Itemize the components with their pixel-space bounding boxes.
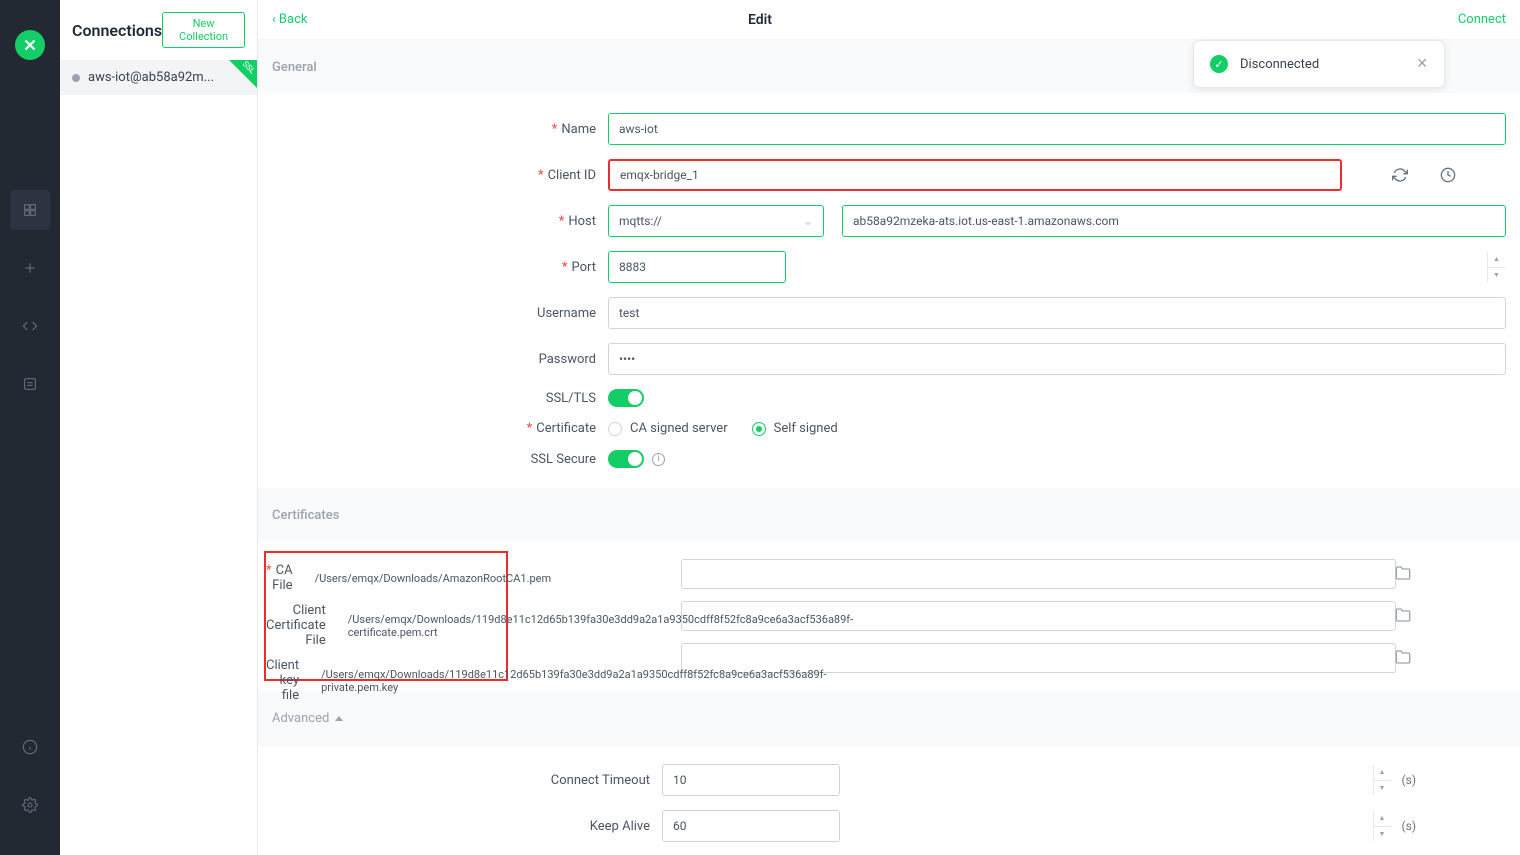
nav-settings-icon[interactable] [10,785,50,825]
ssl-tls-toggle[interactable] [608,389,644,407]
sidebar-title: Connections [72,21,162,40]
radio-ca-signed-label: CA signed server [630,421,728,436]
clock-icon[interactable] [1440,167,1456,183]
main-panel: ‹ Back Edit Connect General *Name *Clien… [258,0,1520,855]
advanced-label: Advanced [272,711,329,726]
radio-self-signed[interactable]: Self signed [752,421,838,436]
label-name: Name [561,122,596,137]
radio-ca-signed[interactable]: CA signed server [608,421,728,436]
radio-icon [608,422,622,436]
toast-text: Disconnected [1240,57,1404,72]
username-input[interactable] [608,297,1506,329]
client-key-input-border [681,643,1396,673]
label-certificate: Certificate [536,421,596,436]
unit-seconds: (s) [1402,819,1416,833]
client-id-input[interactable] [608,159,1342,191]
unit-seconds: (s) [1402,773,1416,787]
label-keep-alive: Keep Alive [590,819,650,834]
new-collection-button[interactable]: New Collection [162,12,245,48]
label-password: Password [539,352,596,367]
refresh-icon[interactable] [1392,167,1408,183]
info-icon[interactable]: i [652,453,665,466]
keep-alive-input[interactable] [662,810,840,842]
host-protocol-select[interactable]: mqtts:// ⌄ [608,205,824,237]
app-logo [15,30,45,60]
nav-connections-icon[interactable] [10,190,50,230]
page-title: Edit [748,12,772,28]
ca-file-input-border [681,559,1396,589]
back-link[interactable]: ‹ Back [272,12,307,27]
nav-code-icon[interactable] [10,306,50,346]
client-cert-input-border [681,601,1396,631]
topbar: ‹ Back Edit Connect [258,0,1520,40]
caret-up-icon [335,716,343,721]
folder-icon[interactable] [1395,607,1411,623]
chevron-left-icon: ‹ [272,12,276,27]
check-icon: ✓ [1210,55,1228,73]
host-protocol-value: mqtts:// [619,214,662,228]
connections-sidebar: Connections New Collection aws-iot@ab58a… [60,0,258,855]
label-connect-timeout: Connect Timeout [551,773,650,788]
connect-button[interactable]: Connect [1458,12,1506,27]
label-port: Port [571,260,596,275]
keep-alive-stepper[interactable]: ▲▼ [1373,811,1391,841]
chevron-down-icon: ⌄ [803,214,813,228]
connection-status-dot [72,74,80,82]
port-input[interactable] [608,251,786,283]
label-ssl-secure: SSL Secure [531,452,596,467]
folder-icon[interactable] [1395,565,1411,581]
radio-icon [752,422,766,436]
radio-self-signed-label: Self signed [774,421,838,436]
label-username: Username [537,306,596,321]
ssl-secure-toggle[interactable] [608,450,644,468]
folder-icon[interactable] [1395,649,1411,665]
connect-timeout-input[interactable] [662,764,840,796]
connect-timeout-stepper[interactable]: ▲▼ [1373,765,1391,795]
label-host: Host [568,214,596,229]
nav-info-icon[interactable] [10,727,50,767]
section-certificates-title: Certificates [258,488,1520,541]
port-stepper[interactable]: ▲▼ [1487,252,1505,282]
label-client-id: Client ID [548,168,596,183]
connection-item[interactable]: aws-iot@ab58a92m... SSL [60,60,257,95]
nav-log-icon[interactable] [10,364,50,404]
host-address-input[interactable] [842,205,1506,237]
label-ssl-tls: SSL/TLS [546,391,596,406]
close-icon[interactable]: ✕ [1416,56,1428,72]
nav-add-icon[interactable] [10,248,50,288]
side-navbar [0,0,60,855]
password-input[interactable] [608,343,1506,375]
back-label: Back [279,12,308,27]
section-advanced-title[interactable]: Advanced [258,691,1520,746]
toast-notification: ✓ Disconnected ✕ [1193,40,1445,88]
name-input[interactable] [608,113,1506,145]
connection-name: aws-iot@ab58a92m... [88,70,214,85]
